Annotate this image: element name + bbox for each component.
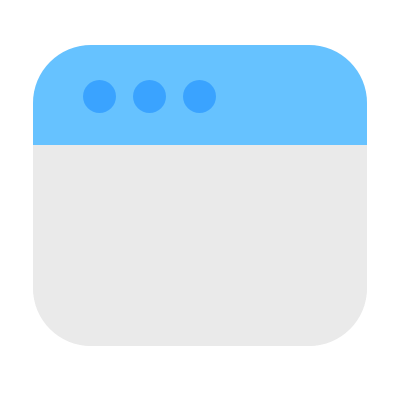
- icon-canvas: [0, 0, 400, 400]
- browser-window-icon: [33, 45, 367, 346]
- window-dot-icon: [183, 80, 216, 113]
- window-title-bar: [33, 45, 367, 145]
- window-content-area: [33, 145, 367, 346]
- window-dot-icon: [83, 80, 116, 113]
- window-dot-icon: [133, 80, 166, 113]
